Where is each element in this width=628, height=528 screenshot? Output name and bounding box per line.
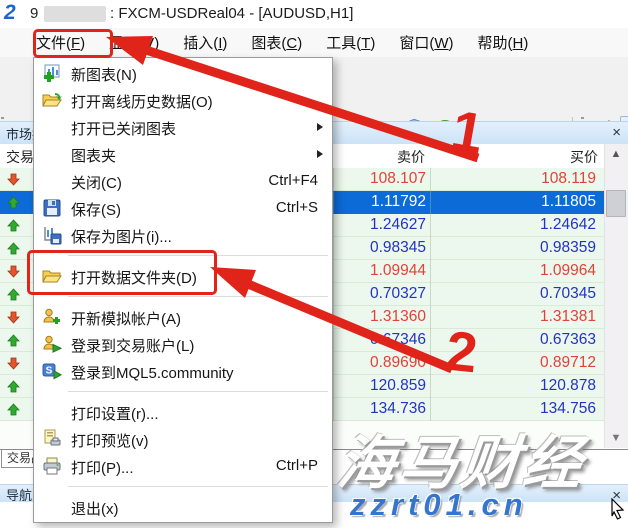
- mouse-cursor-icon: [610, 498, 626, 520]
- shortcut-label: Ctrl+P: [276, 457, 318, 474]
- sell-price: 1.24627: [333, 214, 426, 236]
- column-sell[interactable]: 卖价: [333, 147, 425, 167]
- navigator-title: 导航: [6, 485, 32, 504]
- menu-item-print-preview[interactable]: 打印预览(v): [34, 426, 332, 453]
- scrollbar-thumb[interactable]: [606, 190, 626, 217]
- trend-down-icon: [7, 311, 20, 324]
- save-picture-icon: [42, 225, 62, 245]
- trend-down-icon: [7, 173, 20, 186]
- scrollbar-up-icon[interactable]: ▲: [604, 144, 628, 164]
- floppy-icon: [42, 198, 62, 218]
- menu-item-print-setup[interactable]: 打印设置(r)...: [34, 399, 332, 426]
- print-preview-icon: [42, 429, 62, 449]
- sell-price: 0.89690: [333, 352, 426, 374]
- trend-up-icon: [7, 380, 20, 393]
- column-divider: [333, 168, 334, 421]
- buy-price: 0.70345: [430, 283, 596, 305]
- submenu-arrow-icon: [317, 150, 323, 158]
- trend-up-icon: [7, 334, 20, 347]
- menu-item-print[interactable]: 打印(P)... Ctrl+P: [34, 453, 332, 480]
- annotation-box-data-folder: [27, 250, 217, 295]
- open-folder-history-icon: [42, 90, 62, 110]
- buy-price: 108.119: [430, 168, 596, 190]
- sell-price: 1.31360: [333, 306, 426, 328]
- menu-item-open-offline[interactable]: 打开离线历史数据(O): [34, 87, 332, 114]
- window-title: : FXCM-USDReal04 - [AUDUSD,H1]: [110, 5, 353, 22]
- shortcut-label: Ctrl+F4: [268, 172, 318, 189]
- column-divider: [430, 168, 431, 421]
- menu-item-exit[interactable]: 退出(x): [34, 494, 332, 521]
- trend-up-icon: [7, 242, 20, 255]
- sell-price: 1.11792: [333, 191, 426, 213]
- menu-item-save[interactable]: 保存(S) Ctrl+S: [34, 195, 332, 222]
- menu-item-close[interactable]: 关闭(C) Ctrl+F4: [34, 168, 332, 195]
- sell-price: 0.98345: [333, 237, 426, 259]
- annotation-step-2: 2: [443, 323, 480, 382]
- buy-price: 0.98359: [430, 237, 596, 259]
- redacted-account-box: [44, 6, 106, 22]
- user-plus-icon: [42, 307, 62, 327]
- annotation-box-file-menu: [33, 29, 113, 58]
- menu-separator: [34, 385, 332, 399]
- menu-tools[interactable]: 工具(T): [314, 32, 387, 53]
- submenu-arrow-icon: [317, 123, 323, 131]
- menu-item-save-as-picture[interactable]: 保存为图片(i)...: [34, 222, 332, 249]
- buy-price: 1.24642: [430, 214, 596, 236]
- scrollbar-down-icon[interactable]: ▼: [604, 428, 628, 448]
- menu-window[interactable]: 窗口(W): [387, 32, 465, 53]
- buy-price: 1.11805: [430, 191, 596, 213]
- menu-insert[interactable]: 插入(I): [171, 32, 239, 53]
- sell-price: 108.107: [333, 168, 426, 190]
- svg-text:S: S: [46, 366, 53, 377]
- trend-down-icon: [7, 357, 20, 370]
- menu-separator: [34, 480, 332, 494]
- printer-icon: [42, 456, 62, 476]
- sell-price: 0.67346: [333, 329, 426, 351]
- trend-up-icon: [7, 288, 20, 301]
- menu-item-login-trade-account[interactable]: 登录到交易账户(L): [34, 331, 332, 358]
- market-watch-close-icon[interactable]: ×: [612, 124, 621, 142]
- trend-up-icon: [7, 196, 20, 209]
- menu-item-login-mql5[interactable]: S 登录到MQL5.community: [34, 358, 332, 385]
- menu-item-open-closed-charts[interactable]: 打开已关闭图表: [34, 114, 332, 141]
- menu-charts[interactable]: 图表(C): [239, 32, 314, 53]
- trend-up-icon: [7, 403, 20, 416]
- mt4-logo-icon: 2: [4, 2, 26, 24]
- mql5-icon: S: [42, 361, 62, 381]
- buy-price: 1.09964: [430, 260, 596, 282]
- sell-price: 120.859: [333, 375, 426, 397]
- account-number: 9: [30, 5, 38, 22]
- trend-down-icon: [7, 265, 20, 278]
- sell-price: 1.09944: [333, 260, 426, 282]
- menu-item-profiles[interactable]: 图表夹: [34, 141, 332, 168]
- new-chart-icon: [42, 63, 62, 83]
- menu-help[interactable]: 帮助(H): [466, 32, 541, 53]
- mt4-window: 2 9 : FXCM-USDReal04 - [AUDUSD,H1] 文件(F)…: [0, 0, 628, 528]
- watermark-site: zzrt01.cn: [350, 487, 528, 523]
- user-login-icon: [42, 334, 62, 354]
- menu-item-open-demo-account[interactable]: 开新模拟帐户(A): [34, 304, 332, 331]
- title-bar: 2 9 : FXCM-USDReal04 - [AUDUSD,H1]: [0, 0, 628, 28]
- shortcut-label: Ctrl+S: [276, 199, 318, 216]
- sell-price: 0.70327: [333, 283, 426, 305]
- menu-item-new-chart[interactable]: 新图表(N): [34, 60, 332, 87]
- trend-up-icon: [7, 219, 20, 232]
